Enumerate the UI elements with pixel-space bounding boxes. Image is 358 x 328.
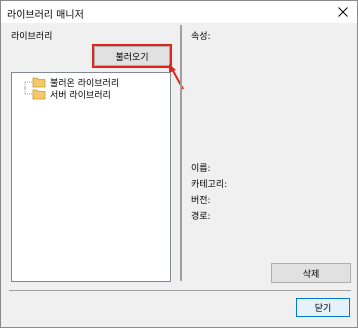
tree-connector (24, 87, 32, 95)
close-icon (338, 7, 348, 17)
path-label: 경로: (191, 212, 211, 222)
library-label: 라이브러리 (11, 32, 53, 42)
close-button-label: 닫기 (314, 304, 332, 314)
library-tree[interactable]: 불러온 라이브러리 서버 라이브러리 (11, 72, 171, 282)
name-label: 이름: (191, 164, 211, 174)
vertical-divider[interactable] (180, 25, 182, 281)
load-button-label: 불러오기 (115, 52, 149, 63)
delete-button[interactable]: 삭제 (271, 263, 351, 283)
window-close-button[interactable] (329, 1, 357, 23)
tree-item-server-library[interactable]: 서버 라이브러리 (12, 87, 111, 101)
library-manager-window: 라이브러리 매니저 라이브러리 불러오기 불러온 라이브러리 서버 라이브러리 … (0, 0, 358, 328)
delete-button-label: 삭제 (302, 269, 320, 280)
tree-item-label: 서버 라이브러리 (50, 90, 111, 101)
attributes-label: 속성: (191, 32, 211, 42)
title-bar: 라이브러리 매니저 (1, 1, 357, 23)
category-label: 카테고리: (191, 180, 228, 190)
folder-icon (32, 89, 46, 100)
footer-divider (9, 290, 351, 291)
window-title: 라이브러리 매니저 (7, 10, 84, 21)
close-button[interactable]: 닫기 (296, 298, 350, 317)
version-label: 버전: (191, 196, 211, 206)
load-button[interactable]: 불러오기 (94, 46, 170, 66)
